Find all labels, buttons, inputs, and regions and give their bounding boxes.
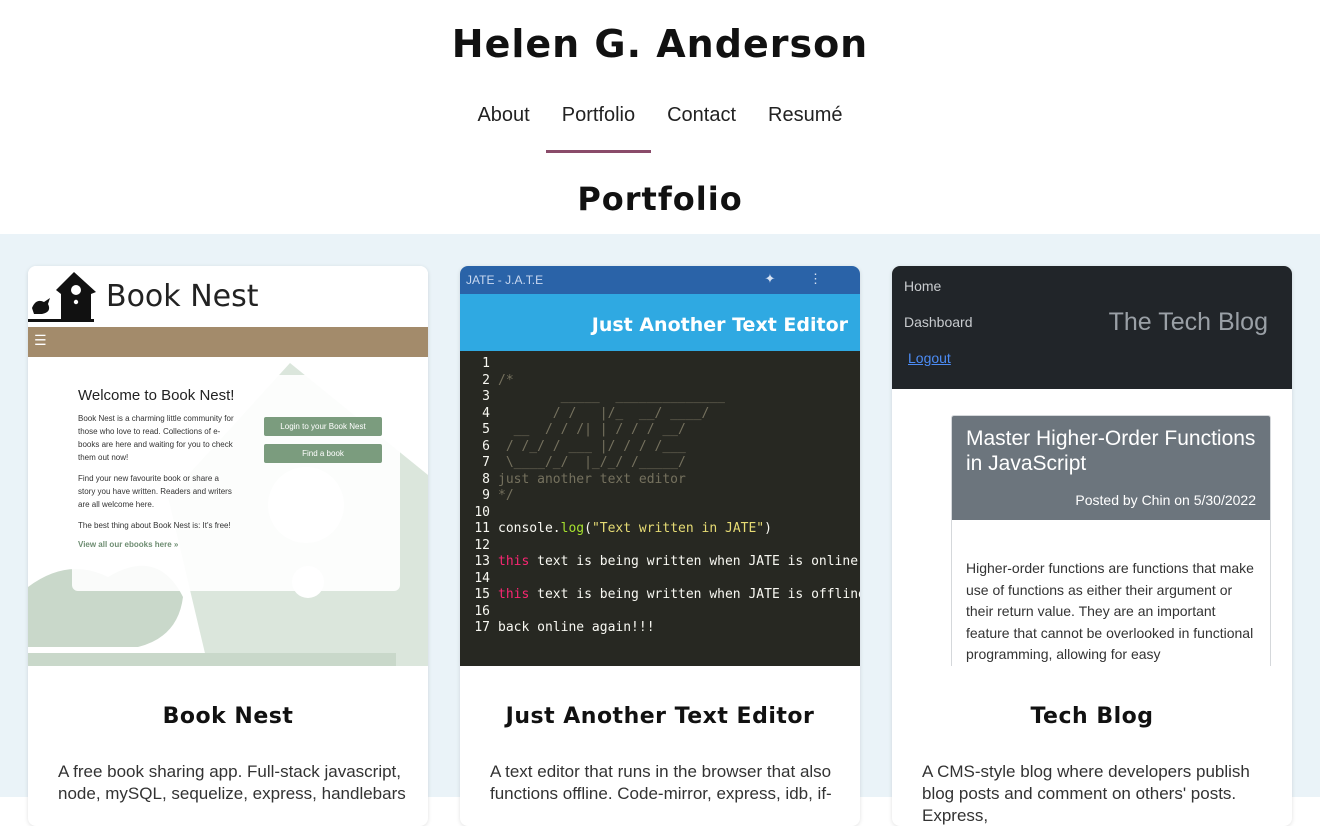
code-line: 3 _____ ______________ (474, 389, 860, 406)
code-line: 4 / / |/_ __/ ____/ (474, 406, 860, 423)
techblog-post-body: Higher-order functions are functions tha… (966, 560, 1254, 662)
code-line: 6 / /_/ / ___ |/ / / /___ (474, 439, 860, 456)
line-number: 12 (474, 537, 490, 553)
line-number: 14 (474, 570, 490, 586)
techblog-body: Master Higher-Order Functions in JavaScr… (892, 389, 1292, 666)
booknest-header: Book Nest (28, 266, 428, 327)
code-line: 11 console.log("Text written in JATE") (474, 521, 860, 538)
project-description: A free book sharing app. Full-stack java… (58, 762, 406, 803)
line-number: 11 (474, 521, 490, 536)
booknest-find-book-button[interactable]: Find a book (264, 444, 382, 463)
code-text: \____/_/ |_/_/ /_____/ (498, 455, 686, 470)
line-number: 8 (482, 471, 490, 487)
code-line: 8 just another text editor (474, 472, 860, 489)
techblog-nav-home[interactable]: Home (904, 278, 941, 294)
line-number: 6 (482, 438, 490, 454)
code-line: 5 __ / / /| | / / / __/ (474, 422, 860, 439)
line-number: 3 (482, 389, 490, 404)
project-description: A CMS-style blog where developers publis… (922, 762, 1250, 825)
site-header: Helen G. Anderson About Portfolio Contac… (0, 0, 1320, 234)
project-title[interactable]: Tech Blog (892, 704, 1292, 729)
more-vertical-icon[interactable]: ⋮ (809, 271, 822, 286)
booknest-menu-bar: ☰ (28, 327, 428, 357)
puzzle-extension-icon[interactable]: ✦ (764, 271, 775, 286)
booknest-paragraph: Book Nest is a charming little community… (78, 414, 234, 462)
code-line: 13 this text is being written when JATE i… (474, 554, 860, 571)
code-line: 12 (474, 538, 860, 555)
project-screenshot[interactable]: Home Dashboard Logout The Tech Blog Mast… (892, 266, 1292, 666)
code-line: 16 (474, 604, 860, 621)
line-number: 5 (482, 422, 490, 437)
nav-portfolio[interactable]: Portfolio (545, 98, 652, 153)
main-nav: About Portfolio Contact Resumé (0, 98, 1320, 153)
code-line: 10 (474, 505, 860, 522)
code-text: / /_/ / ___ |/ / / /___ (498, 438, 686, 454)
code-text: just another text editor (498, 471, 686, 487)
line-number: 10 (474, 504, 490, 520)
code-line: 17 back online again!!! (474, 620, 860, 637)
nav-resume[interactable]: Resumé (752, 98, 858, 153)
line-number: 13 (474, 554, 490, 569)
booknest-body: Welcome to Book Nest! Book Nest is a cha… (28, 357, 428, 666)
jate-code-editor[interactable]: 1 2/* 3 _____ ______________ 4 / / |/_ __/ … (460, 351, 860, 666)
site-name: Helen G. Anderson (451, 22, 869, 66)
section-title: Portfolio (577, 180, 743, 218)
hamburger-icon[interactable]: ☰ (34, 333, 47, 349)
code-text: console.log("Text written in JATE") (498, 521, 772, 536)
techblog-post-meta: Posted by Chin on 5/30/2022 (1075, 492, 1256, 508)
techblog-post-card[interactable]: Master Higher-Order Functions in JavaScr… (951, 415, 1271, 666)
code-text: back online again!!! (498, 620, 655, 635)
project-title[interactable]: Just Another Text Editor (460, 704, 860, 729)
code-text: this text is being written when JATE is … (498, 587, 860, 602)
birdhouse-logo-icon (28, 268, 98, 326)
project-card-book-nest[interactable]: Book Nest ☰ Welcome to Book Nest! Book N… (28, 266, 428, 826)
techblog-post-header: Master Higher-Order Functions in JavaScr… (952, 416, 1270, 520)
jate-app-heading: Just Another Text Editor (460, 294, 860, 351)
nav-contact[interactable]: Contact (651, 98, 752, 153)
techblog-nav-dashboard[interactable]: Dashboard (904, 314, 973, 330)
line-number: 17 (474, 620, 490, 635)
portfolio-section: Book Nest ☰ Welcome to Book Nest! Book N… (0, 234, 1320, 826)
booknest-welcome-panel: Welcome to Book Nest! Book Nest is a cha… (72, 375, 400, 591)
nav-about[interactable]: About (461, 98, 545, 153)
code-text: __ / / /| | / / / __/ (498, 422, 686, 437)
project-screenshot[interactable]: Book Nest ☰ Welcome to Book Nest! Book N… (28, 266, 428, 666)
techblog-post-title: Master Higher-Order Functions in JavaScr… (966, 427, 1256, 475)
project-screenshot[interactable]: JATE - J.A.T.E ✦ ⋮ Just Another Text Edi… (460, 266, 860, 666)
line-number: 15 (474, 587, 490, 602)
code-text: _____ ______________ (498, 389, 725, 404)
techblog-navbar: Home Dashboard Logout The Tech Blog (892, 266, 1292, 389)
line-number: 2 (482, 372, 490, 388)
code-line: 2 /* (474, 373, 860, 390)
line-number: 9 (482, 488, 490, 503)
booknest-paragraph: The best thing about Book Nest is: It's … (78, 521, 231, 530)
code-text: / / |/_ __/ ____/ (498, 405, 710, 421)
jate-window-bar: JATE - J.A.T.E ✦ ⋮ (460, 266, 860, 294)
code-text: */ (498, 488, 514, 503)
code-line: 9 */ (474, 488, 860, 505)
project-title[interactable]: Book Nest (28, 704, 428, 729)
jate-window-title: JATE - J.A.T.E (466, 273, 544, 287)
line-number: 1 (482, 356, 490, 371)
code-line: 7 \____/_/ |_/_/ /_____/ (474, 455, 860, 472)
code-text: this text is being written when JATE is … (498, 554, 859, 569)
line-number: 7 (482, 455, 490, 470)
project-card-tech-blog[interactable]: Home Dashboard Logout The Tech Blog Mast… (892, 266, 1292, 826)
booknest-brand: Book Nest (106, 279, 259, 314)
code-line: 1 (474, 356, 860, 373)
booknest-paragraph: Find your new favourite book or share a … (78, 474, 232, 509)
techblog-logout-link[interactable]: Logout (908, 350, 951, 366)
booknest-login-button[interactable]: Login to your Book Nest (264, 417, 382, 436)
project-card-jate[interactable]: JATE - J.A.T.E ✦ ⋮ Just Another Text Edi… (460, 266, 860, 826)
booknest-view-ebooks-link[interactable]: View all our ebooks here » (78, 540, 394, 549)
code-line: 14 (474, 571, 860, 588)
booknest-welcome: Welcome to Book Nest! (78, 387, 235, 404)
code-line: 15 this text is being written when JATE i… (474, 587, 860, 604)
line-number: 16 (474, 603, 490, 619)
code-text: /* (498, 372, 514, 388)
project-description: A text editor that runs in the browser t… (490, 762, 832, 803)
techblog-brand: The Tech Blog (1108, 308, 1268, 336)
line-number: 4 (482, 405, 490, 421)
